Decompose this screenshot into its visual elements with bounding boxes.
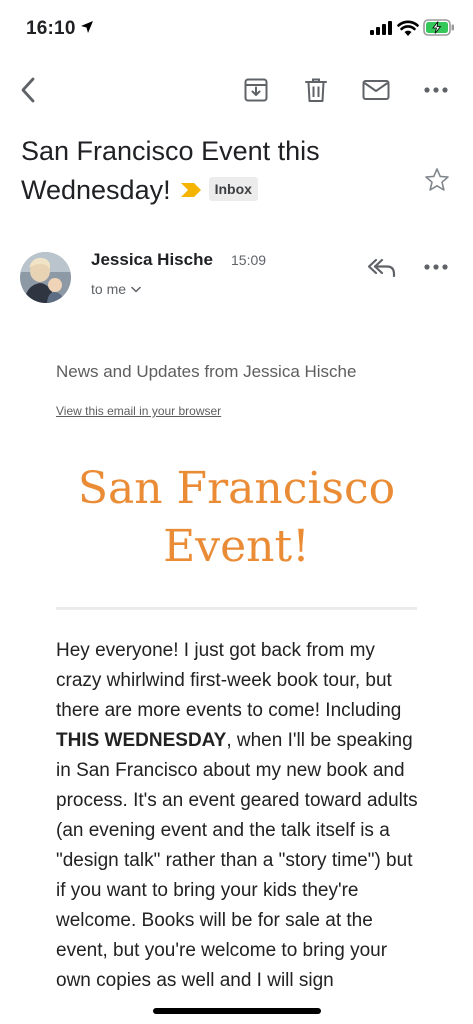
email-body-paragraph: Hey everyone! I just got back from my cr… [56, 636, 421, 996]
star-icon [425, 168, 449, 191]
back-arrow-icon [21, 77, 35, 103]
delete-button[interactable] [296, 68, 336, 112]
mail-icon [362, 80, 390, 100]
chevron-down-icon [131, 286, 141, 292]
sent-time: 15:09 [231, 252, 267, 268]
status-time: 16:10 [26, 18, 76, 39]
recipient-label: to me [91, 281, 127, 297]
home-indicator[interactable] [153, 1008, 321, 1014]
paragraph-rest: , when I'll be speaking in San Francisco… [56, 730, 418, 991]
back-button[interactable] [8, 68, 48, 112]
sender-avatar[interactable] [20, 252, 71, 303]
reply-all-icon [367, 258, 396, 278]
email-subject: San Francisco Event this Wednesday! Inbo… [21, 132, 381, 210]
subject-text: San Francisco Event this Wednesday! [21, 136, 320, 205]
star-button[interactable] [420, 164, 454, 196]
mark-unread-button[interactable] [356, 68, 396, 112]
content-divider [56, 607, 417, 610]
battery-charging-icon [423, 19, 454, 36]
signal-icon [370, 21, 392, 35]
avatar-photo [20, 252, 71, 303]
reply-all-button[interactable] [364, 252, 400, 282]
recipient-details-toggle[interactable]: to me [91, 281, 141, 297]
archive-icon [244, 78, 268, 102]
sender-name[interactable]: Jessica Hische [91, 250, 213, 270]
status-bar: 16:10 [0, 0, 473, 60]
view-in-browser-link[interactable]: View this email in your browser [56, 404, 221, 418]
more-horizontal-icon [424, 87, 448, 93]
toolbar [0, 68, 473, 114]
location-arrow-icon [81, 21, 93, 33]
email-headline: San Francisco Event! [77, 463, 396, 572]
paragraph-intro: Hey everyone! I just got back from my cr… [56, 640, 402, 721]
importance-marker-icon[interactable] [179, 182, 203, 198]
trash-icon [305, 78, 327, 102]
email-preheader: News and Updates from Jessica Hische [56, 362, 357, 381]
message-more-button[interactable] [418, 252, 454, 282]
paragraph-emphasis: THIS WEDNESDAY [56, 730, 227, 751]
more-options-button[interactable] [416, 68, 456, 112]
wifi-icon [397, 20, 419, 36]
more-horizontal-icon [424, 264, 448, 270]
inbox-label-chip[interactable]: Inbox [208, 176, 258, 201]
archive-button[interactable] [236, 68, 276, 112]
